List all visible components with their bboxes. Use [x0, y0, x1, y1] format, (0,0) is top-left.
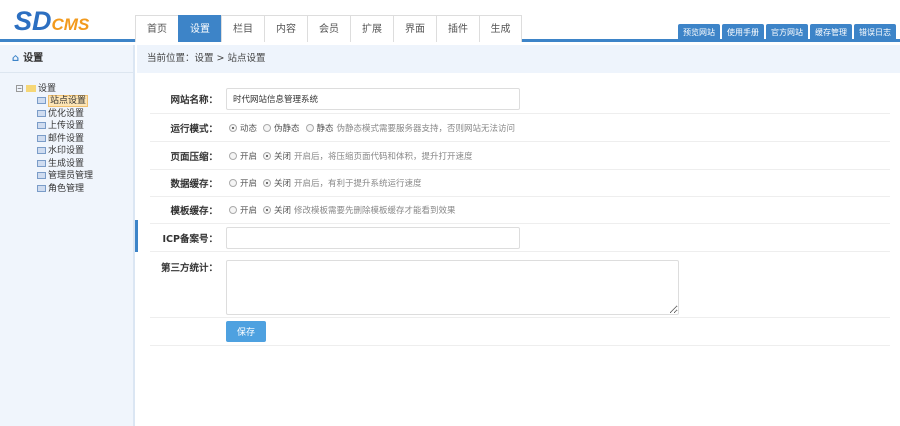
row-tpl-cache: 模板缓存： 开启 关闭 修改模板需要先删除模板缓存才能看到效果: [150, 197, 890, 224]
nav-tab[interactable]: 生成: [479, 15, 522, 42]
page-icon: [37, 184, 46, 192]
quick-link-button[interactable]: 缓存管理: [810, 24, 852, 42]
page-icon: [37, 172, 46, 179]
nav-tab[interactable]: 栏目: [221, 15, 264, 42]
collapse-icon[interactable]: −: [16, 85, 23, 92]
quick-link-button[interactable]: 错误日志: [854, 24, 896, 42]
sidebar-item-label: 角色管理: [48, 183, 85, 194]
radio-run_mode[interactable]: [263, 123, 272, 132]
breadcrumb: 当前位置：设置 > 站点设置: [137, 45, 900, 73]
radio-label[interactable]: 开启: [240, 204, 257, 216]
sidebar-item-label: 站点设置: [48, 95, 89, 107]
nav-tab[interactable]: 扩展: [350, 15, 393, 42]
sidebar-item[interactable]: 上传设置: [34, 120, 133, 133]
main-nav: 首页 设置 栏目 内容 会员 扩展 界面 插件 生成: [135, 15, 522, 42]
row-site-name: 网站名称：: [150, 85, 890, 114]
radio-label[interactable]: 伪静态: [274, 122, 300, 134]
folder-icon: [26, 85, 36, 92]
stats-textarea[interactable]: [226, 260, 679, 315]
sidebar-item-label: 上传设置: [48, 121, 85, 131]
row-data-cache: 数据缓存： 开启 关闭 开启后，有利于提升系统运行速度: [150, 170, 890, 197]
radio-label[interactable]: 关闭: [274, 177, 291, 189]
radio-compress[interactable]: [263, 151, 272, 160]
radio-label[interactable]: 关闭: [274, 204, 291, 216]
page-icon: [37, 134, 46, 142]
scroll-accent: [135, 220, 138, 252]
help-text: 伪静态模式需要服务器支持，否则网站无法访问: [336, 123, 516, 134]
sidebar-item-label: 生成设置: [48, 158, 85, 169]
sidebar-item[interactable]: 角色管理: [34, 183, 133, 196]
radio-label[interactable]: 开启: [240, 177, 257, 189]
row-run-mode: 运行模式： 动态 伪静态 静态 伪静态模式需要服务器支持，否则网站无法访问: [150, 114, 890, 142]
page-icon: [37, 159, 46, 167]
sidebar-item[interactable]: 站点设置: [34, 95, 133, 108]
quick-link-button[interactable]: 官方网站: [766, 24, 808, 42]
help-text: 开启后，将压缩页面代码和体积，提升打开速度: [294, 151, 473, 162]
radio-tpl_cache[interactable]: [263, 206, 272, 214]
page-icon: [37, 122, 46, 129]
help-text: 修改模板需要先删除模板缓存才能看到效果: [294, 206, 456, 216]
nav-tab[interactable]: 会员: [307, 15, 350, 42]
page-icon: [37, 109, 46, 117]
row-stats: 第三方统计：: [150, 252, 890, 318]
radio-label[interactable]: 关闭: [274, 150, 291, 162]
nav-tab[interactable]: 界面: [393, 15, 436, 42]
sidebar-header: ⌂ 设置: [0, 45, 133, 73]
page-icon: [37, 147, 46, 154]
settings-tree: − 设置 站点设置 优化设置上传设置邮件设置水印设置生成设置管理员管理角色管理: [0, 73, 133, 195]
radio-run_mode[interactable]: [229, 123, 237, 132]
page-icon: [37, 97, 46, 104]
nav-tab[interactable]: 首页: [135, 15, 178, 42]
logo: SDCMS: [14, 6, 90, 36]
row-save: 保存: [150, 318, 890, 346]
sidebar-item-label: 优化设置: [48, 108, 85, 119]
radio-run_mode[interactable]: [305, 123, 314, 132]
radio-data_cache[interactable]: [229, 179, 237, 187]
sidebar-item[interactable]: 邮件设置: [34, 133, 133, 146]
tree-root[interactable]: − 设置: [16, 83, 133, 95]
radio-compress[interactable]: [229, 151, 237, 160]
radio-data_cache[interactable]: [263, 179, 272, 187]
nav-tab[interactable]: 插件: [436, 15, 479, 42]
sidebar-item-label: 管理员管理: [48, 171, 94, 181]
header: SDCMS 首页 设置 栏目 内容 会员 扩展 界面 插件 生成 预览网站 使用手册 官方网站 缓存管…: [0, 0, 900, 42]
sidebar: ⌂ 设置 − 设置 站点设置 优化设置上传设置邮件设置水印设置生成设置管理员管理角色管…: [0, 45, 135, 426]
icp-input[interactable]: [226, 226, 520, 249]
sidebar-item-label: 邮件设置: [48, 133, 85, 144]
site-name-input[interactable]: [226, 88, 520, 110]
radio-label[interactable]: 动态: [240, 122, 257, 134]
row-compress: 页面压缩： 开启 关闭 开启后，将压缩页面代码和体积，提升打开速度: [150, 142, 890, 170]
radio-label[interactable]: 开启: [240, 150, 257, 162]
sidebar-item[interactable]: 水印设置: [34, 145, 133, 158]
radio-tpl_cache[interactable]: [229, 206, 237, 214]
sidebar-item[interactable]: 优化设置: [34, 108, 133, 121]
sidebar-item[interactable]: 管理员管理: [34, 170, 133, 183]
row-icp: ICP备案号：: [150, 224, 890, 252]
radio-label[interactable]: 静态: [317, 122, 334, 134]
help-text: 开启后，有利于提升系统运行速度: [294, 179, 422, 189]
nav-tab[interactable]: 内容: [264, 15, 307, 42]
nav-tab[interactable]: 设置: [178, 15, 221, 42]
quick-link-button[interactable]: 预览网站: [678, 24, 720, 42]
sidebar-item[interactable]: 生成设置: [34, 158, 133, 171]
quick-links: 预览网站 使用手册 官方网站 缓存管理 错误日志: [678, 24, 896, 42]
site-settings-form: 网站名称： 运行模式：动态伪静态静态伪静态模式需要服务器支持，否则网站无法访问 …: [150, 85, 890, 346]
home-icon: ⌂: [12, 53, 20, 64]
sidebar-item-label: 水印设置: [48, 146, 85, 156]
save-button[interactable]: 保存: [226, 321, 266, 342]
quick-link-button[interactable]: 使用手册: [722, 24, 764, 42]
